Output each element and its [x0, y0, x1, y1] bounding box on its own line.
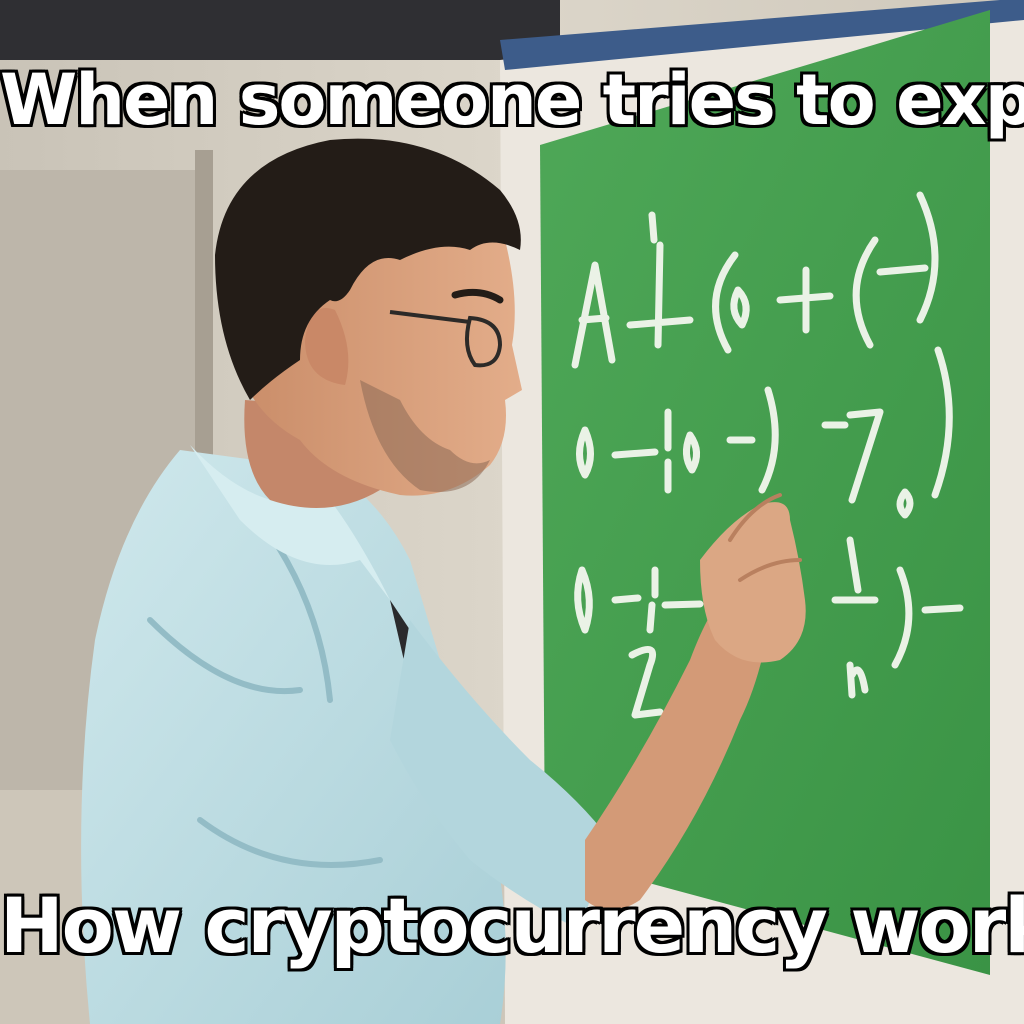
meme-image: When someone tries to explain How crypto… [0, 0, 1024, 1024]
ceiling-beam [0, 0, 560, 60]
illustration-scene [0, 0, 1024, 1024]
bottom-caption: How cryptocurrency works [0, 880, 1024, 972]
top-caption: When someone tries to explain [0, 58, 1024, 143]
